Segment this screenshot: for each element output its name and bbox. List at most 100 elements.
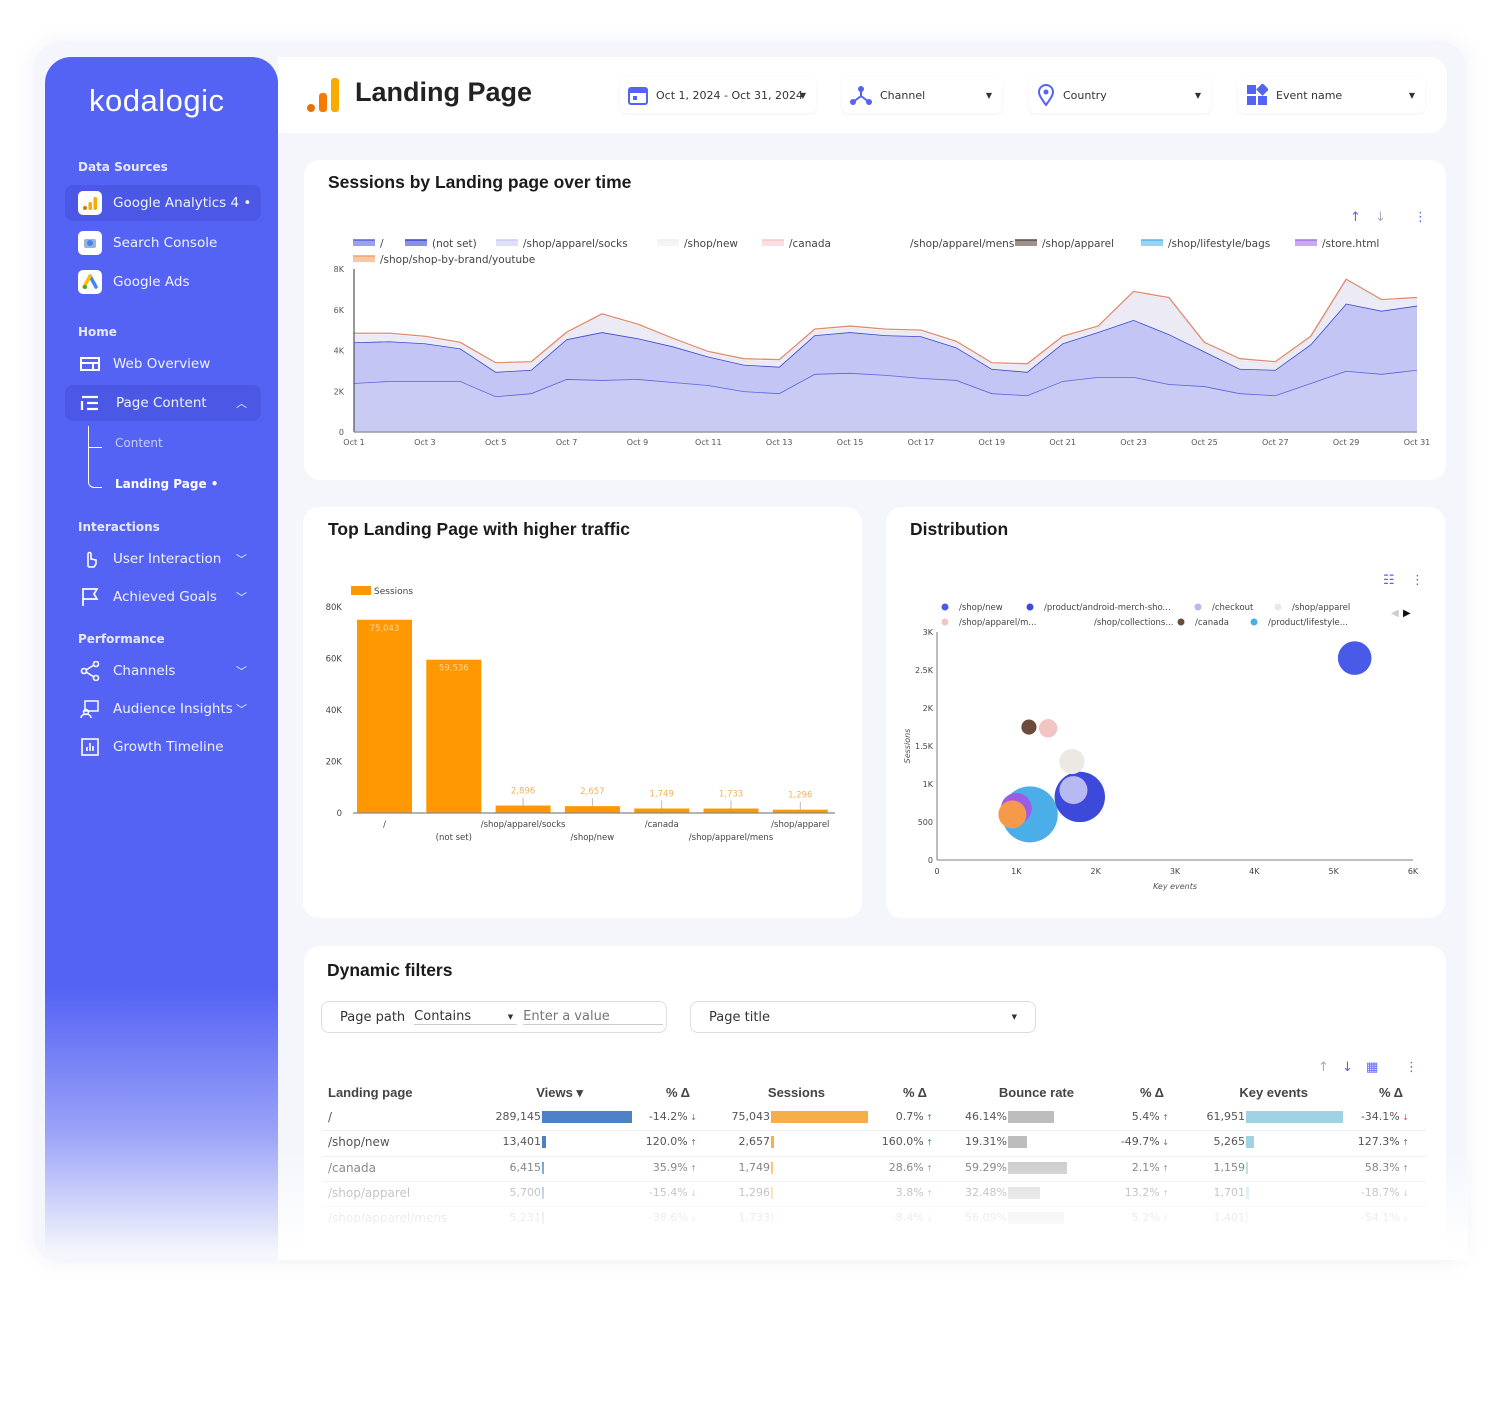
x-tick-label: Oct 11 [695,438,722,447]
operator-select[interactable]: Contains ▼ [414,1009,518,1025]
bar [703,808,759,813]
x-tick-label: /shop/new [571,833,615,843]
bubble [1038,719,1058,738]
google-ads-icon [78,270,102,294]
cell-sessions: 75,043 [731,1110,771,1123]
x-tick-label: 5K [1328,867,1339,876]
legend-label: /shop/collections... [1094,618,1173,628]
y-tick-label: 0 [339,428,344,437]
cell-sessions-delta: 0.7% ↑ [895,1110,933,1123]
sidebar-item-label: Growth Timeline [113,739,224,755]
bubble-chart: /shop/new/product/android-merch-sho... /c… [903,603,1419,891]
event-name-filter[interactable]: Event name ▼ [1238,77,1425,113]
page-title-select[interactable]: Page title ▼ [690,1001,1036,1033]
cell-bounce-rate: 19.31% [965,1135,1007,1149]
column-header[interactable]: Bounce rate [999,1085,1074,1100]
column-header[interactable]: % Δ [1140,1085,1164,1100]
cell-views: 13,401 [502,1135,542,1149]
cell-bar [771,1111,868,1123]
cell-bar [1008,1136,1028,1149]
y-tick-label: 1.5K [915,742,934,751]
filter-value-input[interactable] [523,1009,664,1025]
legend-swatch [762,240,784,246]
y-tick-label: 0 [928,856,933,865]
dropdown-arrow-icon: ▼ [799,90,806,100]
chevron-down-icon[interactable]: ﹀ [236,701,247,717]
arrow-down-icon: ↓ [1159,1138,1169,1148]
y-tick-label: 20K [326,758,343,768]
legend-swatch [405,240,427,246]
x-tick-label: 4K [1249,867,1260,876]
sidebar-item-google-ads[interactable]: Google Ads [65,264,261,300]
data-label: 1,749 [650,789,674,799]
y-tick-label: 2.5K [915,666,934,675]
chart-settings-icon[interactable]: ▦ [1366,1060,1378,1075]
sidebar-item-achieved-goals[interactable]: Achieved Goals ﹀ [65,579,261,615]
legend-swatch [351,586,371,595]
chevron-up-icon[interactable]: ︿ [236,395,247,411]
cell-key-events-delta: 127.3% ↑ [1357,1135,1409,1149]
area-chart: / (not set) /shop/apparel/socks/shop/new/c… [334,238,1431,447]
country-label: Country [1063,88,1107,102]
sort-descending-icon[interactable]: ↓ [1342,1060,1353,1075]
channel-icon [850,85,872,105]
sidebar-item-channels[interactable]: Channels ﹀ [65,653,261,689]
y-tick-label: 3K [923,628,934,637]
data-label: 1,733 [719,790,743,800]
dropdown-arrow-icon: ▼ [1011,1013,1017,1021]
column-header[interactable]: Landing page [328,1085,413,1100]
data-label: 1,296 [788,791,812,801]
sidebar-item-search-console[interactable]: Search Console [65,225,261,261]
date-range-filter[interactable]: Oct 1, 2024 - Oct 31, 2024 ▼ [620,77,816,113]
legend-label: /checkout [1212,603,1254,613]
channel-filter[interactable]: Channel ▼ [842,77,1002,113]
cell-bar [542,1111,632,1123]
cell-bar [542,1136,547,1149]
column-header[interactable]: % Δ [666,1085,690,1100]
sidebar-item-page-content[interactable]: Page Content ︿ [65,385,261,421]
sidebar-item-growth-timeline[interactable]: Growth Timeline [65,729,261,765]
column-header[interactable]: Key events [1239,1085,1308,1100]
legend-dot [1026,603,1034,611]
more-options-icon[interactable]: ⋮ [1405,1060,1418,1075]
legend-label: /shop/apparel [1042,238,1114,250]
legend-label: /store.html [1322,238,1379,250]
column-header[interactable]: Sessions [768,1085,825,1100]
sidebar-item-label: Web Overview [113,356,211,372]
sidebar: kodalogic Data Sources Google Analytics … [45,57,278,1252]
x-tick-label: 3K [1170,867,1181,876]
x-tick-label: Oct 27 [1262,438,1289,447]
sidebar-subitem-content[interactable]: Content [115,436,163,450]
chevron-down-icon[interactable]: ﹀ [236,589,247,605]
landing-page-table: Landing page Views ▾ % Δ Sessions % Δ Bounce … [0,0,1500,1225]
sidebar-item-google-analytics[interactable]: Google Analytics 4 • [65,185,261,221]
section-interactions: Interactions [78,520,160,534]
legend-label: /canada [1195,618,1229,628]
channel-label: Channel [880,88,926,102]
sidebar-item-web-overview[interactable]: Web Overview [65,346,261,382]
layout-icon [78,352,102,376]
flag-icon [78,585,102,609]
chevron-down-icon[interactable]: ﹀ [236,551,247,567]
sidebar-item-audience-insights[interactable]: Audience Insights ﹀ [65,691,261,727]
y-tick-label: 40K [326,706,343,716]
y-axis-label: Sessions [903,729,912,764]
country-filter[interactable]: Country ▼ [1029,77,1211,113]
dropdown-arrow-icon: ▼ [985,90,992,100]
bubble [1059,748,1085,775]
data-label: 2,657 [580,787,604,797]
x-tick-label: / [383,820,386,830]
sidebar-subitem-landing-page[interactable]: Landing Page • [115,477,218,491]
legend-swatch [353,240,375,246]
chevron-down-icon[interactable]: ﹀ [236,663,247,679]
legend-dot [1194,603,1202,611]
column-header[interactable]: % Δ [1379,1085,1403,1100]
sort-ascending-icon[interactable]: ↑ [1318,1060,1329,1075]
x-tick-label: 0 [934,867,939,876]
sidebar-item-user-interaction[interactable]: User Interaction ﹀ [65,541,261,577]
column-header[interactable]: Views ▾ [536,1085,583,1101]
column-header[interactable]: % Δ [903,1085,927,1100]
arrow-up-icon: ↑ [687,1138,697,1148]
y-tick-label: 500 [918,818,933,827]
bar [634,808,690,813]
